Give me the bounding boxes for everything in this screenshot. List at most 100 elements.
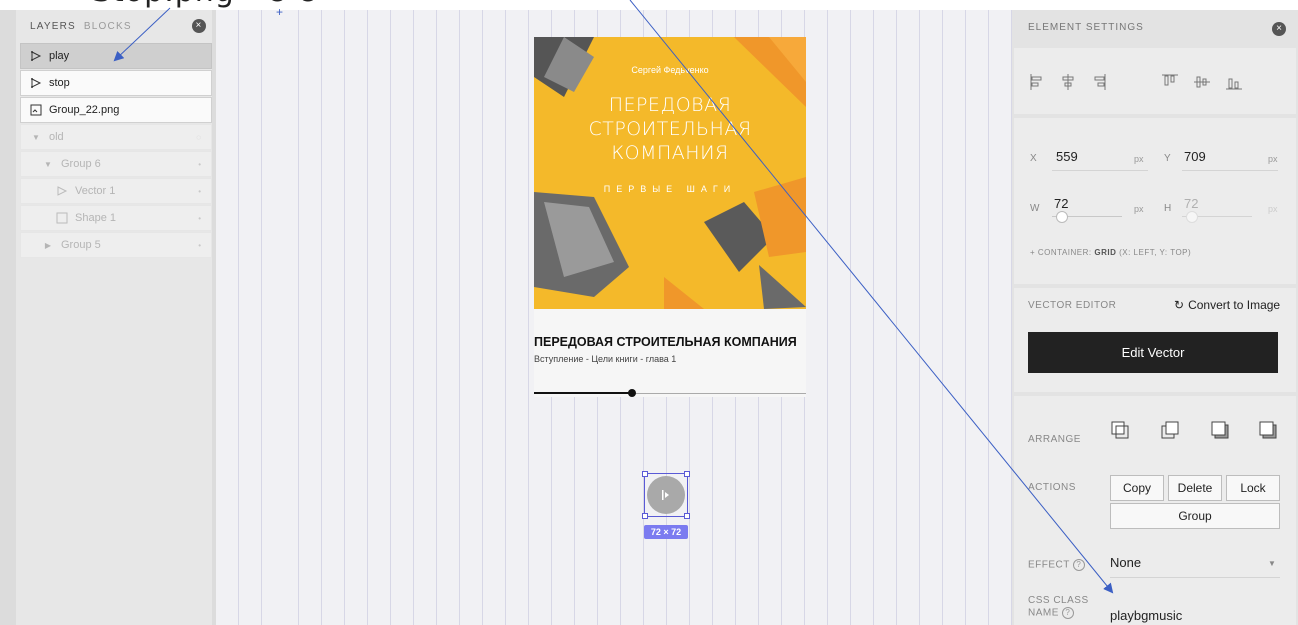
- w-unit: px: [1134, 204, 1144, 214]
- top-strip: Stop.png - 8 8: [0, 0, 1298, 10]
- send-to-back-icon[interactable]: [1258, 420, 1278, 440]
- vector-icon: [29, 76, 43, 90]
- tab-layers[interactable]: LAYERS: [30, 21, 76, 32]
- lock-button[interactable]: Lock: [1226, 475, 1280, 501]
- container-info[interactable]: + CONTAINER: GRID (X: LEFT, Y: TOP): [1030, 248, 1191, 257]
- book-title: ПЕРЕДОВАЯ СТРОИТЕЛЬНАЯ КОМПАНИЯ: [534, 335, 797, 349]
- vector-icon: [55, 184, 69, 198]
- convert-to-image-button[interactable]: ↻ Convert to Image: [1174, 298, 1280, 312]
- align-section: [1014, 48, 1296, 114]
- panel-title: ELEMENT SETTINGS: [1028, 22, 1144, 33]
- cover-title-line-2: СТРОИТЕЛЬНАЯ: [588, 118, 752, 140]
- bring-forward-icon[interactable]: [1160, 420, 1180, 440]
- w-slider-knob[interactable]: [1056, 211, 1068, 223]
- help-icon[interactable]: ?: [1072, 559, 1085, 571]
- dot-icon: •: [198, 186, 201, 196]
- x-unit: px: [1134, 154, 1144, 164]
- y-input[interactable]: 709: [1184, 149, 1206, 164]
- cover-title-line-3: КОМПАНИЯ: [611, 142, 729, 164]
- send-backward-icon[interactable]: [1210, 420, 1230, 440]
- layer-item-play[interactable]: play: [20, 43, 212, 69]
- layer-item-old[interactable]: ▼ old ◌: [20, 124, 212, 150]
- align-center-h-icon[interactable]: [1058, 72, 1078, 92]
- effect-label-text: EFFECT: [1028, 559, 1070, 571]
- progress-knob[interactable]: [627, 389, 636, 397]
- layer-label: Vector 1: [75, 185, 116, 197]
- container-prefix: + CONTAINER:: [1030, 248, 1095, 257]
- layer-item-vector-1[interactable]: Vector 1 •: [20, 178, 212, 204]
- design-canvas[interactable]: Сергей Федьvенко ПЕРЕДОВАЯ СТРОИТЕЛЬНАЯ …: [216, 10, 1012, 625]
- layer-item-group-6[interactable]: ▼ Group 6 •: [20, 151, 212, 177]
- layer-item-shape-1[interactable]: Shape 1 •: [20, 205, 212, 231]
- actions-label: ACTIONS: [1028, 482, 1076, 493]
- tab-blocks[interactable]: BLOCKS: [84, 21, 132, 32]
- y-underline: [1182, 170, 1278, 171]
- w-input[interactable]: 72: [1054, 196, 1068, 211]
- effect-select[interactable]: None: [1110, 555, 1141, 570]
- play-button-selection[interactable]: [642, 471, 690, 519]
- element-settings-panel: ELEMENT SETTINGS × X 559 px Y 709 px W 7…: [1012, 10, 1298, 625]
- align-center-v-icon[interactable]: [1192, 72, 1212, 92]
- y-label: Y: [1164, 153, 1172, 164]
- align-top-icon[interactable]: [1160, 72, 1180, 92]
- resize-handle-se[interactable]: [684, 513, 690, 519]
- css-class-label: CSS CLASS NAME?: [1028, 595, 1089, 620]
- align-left-icon[interactable]: [1028, 72, 1048, 92]
- align-bottom-icon[interactable]: [1224, 72, 1244, 92]
- x-input[interactable]: 559: [1056, 149, 1078, 164]
- layer-label: old: [49, 131, 64, 143]
- y-unit: px: [1268, 154, 1278, 164]
- progress-fill: [534, 392, 632, 394]
- help-icon[interactable]: ?: [1061, 607, 1074, 619]
- book-cover-image: Сергей Федьvенко ПЕРЕДОВАЯ СТРОИТЕЛЬНАЯ …: [534, 37, 806, 309]
- close-icon[interactable]: ×: [1272, 22, 1286, 36]
- annotation-text: Stop.png - 8 8: [92, 0, 318, 9]
- dot-icon: •: [198, 240, 201, 250]
- layer-item-group-5[interactable]: ▶ Group 5 •: [20, 232, 212, 258]
- position-section: X 559 px Y 709 px W 72 px H 72 px + CONT…: [1014, 118, 1296, 284]
- layers-panel-header: LAYERS BLOCKS ×: [16, 10, 212, 43]
- css-class-label-2: NAME: [1028, 607, 1059, 619]
- align-right-icon[interactable]: [1088, 72, 1108, 92]
- layer-label: Shape 1: [75, 212, 116, 224]
- bring-to-front-icon[interactable]: [1110, 420, 1130, 440]
- h-unit: px: [1268, 204, 1278, 214]
- container-suffix: (X: LEFT, Y: TOP): [1116, 248, 1192, 257]
- w-label: W: [1030, 203, 1040, 214]
- arrange-section: ARRANGE ACTIONS Copy Delete Lock Group E…: [1014, 396, 1296, 625]
- book-card[interactable]: Сергей Федьvенко ПЕРЕДОВАЯ СТРОИТЕЛЬНАЯ …: [534, 37, 806, 397]
- effect-label: EFFECT?: [1028, 559, 1085, 571]
- copy-button[interactable]: Copy: [1110, 475, 1164, 501]
- group-button[interactable]: Group: [1110, 503, 1280, 529]
- h-input[interactable]: 72: [1184, 196, 1198, 211]
- resize-handle-ne[interactable]: [684, 471, 690, 477]
- resize-handle-sw[interactable]: [642, 513, 648, 519]
- x-underline: [1052, 170, 1148, 171]
- vector-editor-label: VECTOR EDITOR: [1028, 300, 1117, 311]
- arrange-label: ARRANGE: [1028, 434, 1081, 445]
- h-slider-knob[interactable]: [1186, 211, 1198, 223]
- x-label: X: [1030, 153, 1038, 164]
- hidden-eye-icon[interactable]: ◌: [196, 133, 201, 142]
- vector-icon: [29, 49, 43, 63]
- edit-vector-button[interactable]: Edit Vector: [1028, 332, 1278, 373]
- delete-button[interactable]: Delete: [1168, 475, 1222, 501]
- play-icon: [662, 490, 669, 500]
- chevron-down-icon[interactable]: ▼: [1268, 559, 1276, 568]
- convert-label: Convert to Image: [1188, 298, 1281, 312]
- effect-underline: [1110, 577, 1280, 578]
- book-chapter: Вступление - Цели книги - глава 1: [534, 354, 677, 364]
- layer-item-group-22[interactable]: Group_22.png: [20, 97, 212, 123]
- h-label: H: [1164, 203, 1172, 214]
- resize-handle-nw[interactable]: [642, 471, 648, 477]
- close-icon[interactable]: ×: [192, 19, 206, 33]
- css-class-input[interactable]: playbgmusic: [1110, 608, 1182, 623]
- layer-label: Group_22.png: [49, 104, 120, 116]
- refresh-icon: ↻: [1174, 298, 1185, 312]
- play-button[interactable]: [647, 476, 685, 514]
- cover-author: Сергей Федьvенко: [631, 65, 709, 75]
- layer-label: Group 5: [61, 239, 101, 251]
- layer-item-stop[interactable]: stop: [20, 70, 212, 96]
- size-badge: 72 × 72: [644, 525, 688, 539]
- css-class-label-1: CSS CLASS: [1028, 595, 1089, 606]
